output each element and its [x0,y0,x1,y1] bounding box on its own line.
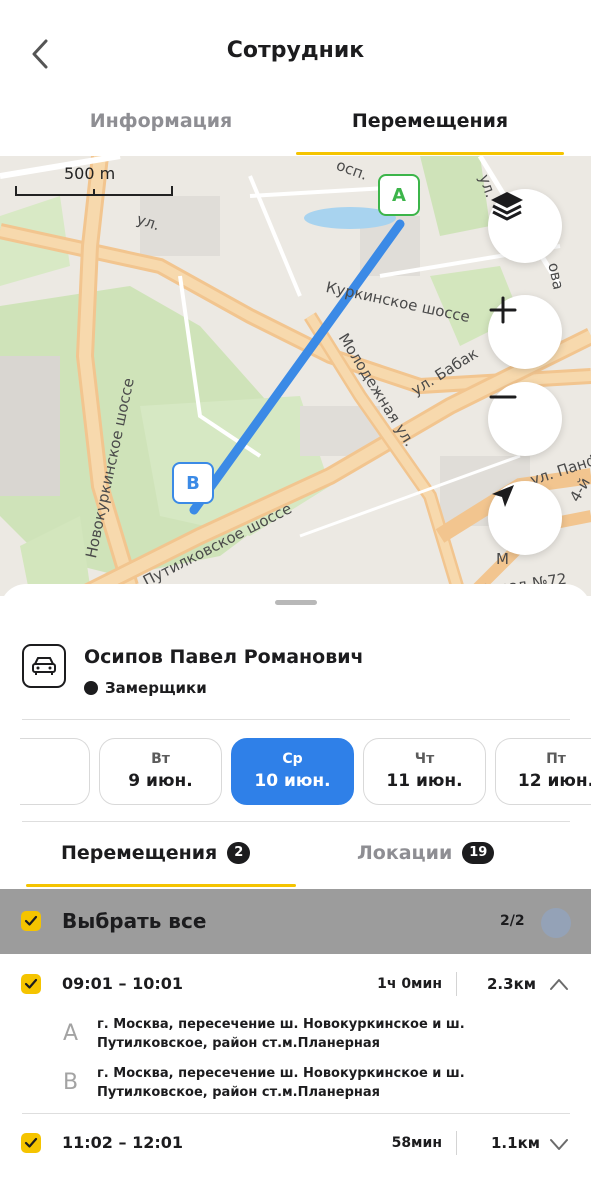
my-location-button[interactable] [488,481,562,555]
address-a-line2: Путилковское, район ст.м.Планерная [97,1036,380,1051]
trip-duration: 1ч 0мин [377,976,442,992]
address-a-letter: A [63,1021,79,1046]
plus-icon [489,296,517,324]
divider [22,821,570,822]
subtab-locations-label: Локации [357,842,453,864]
tab-movements[interactable]: Перемещения [300,110,560,132]
trip-time: 09:01 – 10:01 [62,974,183,993]
vehicle-avatar [22,644,66,688]
trip-time: 11:02 – 12:01 [62,1133,183,1152]
address-b: г. Москва, пересечение ш. Новокуркинское… [97,1064,497,1102]
subtab-movements[interactable]: Перемещения 2 [61,842,251,864]
top-tabs: Информация Перемещения [0,100,591,156]
select-all-label: Выбрать все [62,909,207,933]
subtab-locations[interactable]: Локации 19 [357,842,495,864]
day-weekday: Вт [151,751,170,767]
employee-group: Замерщики [84,679,207,697]
tab-info[interactable]: Информация [31,110,291,132]
minus-icon [489,395,517,399]
day-card-partial[interactable] [20,738,90,805]
map-street-label: М [496,550,509,568]
day-card[interactable]: Чт 11 июн. [363,738,486,805]
subtab-underline [26,884,296,887]
map-view[interactable]: 500 m Новокуркинское шоссе Путилковское … [0,156,591,596]
bottom-sheet: Осипов Павел Романович Замерщики Вт 9 ию… [0,584,591,1183]
day-card[interactable]: Вт 9 июн. [99,738,222,805]
header: Сотрудник [0,0,591,100]
movements-count-badge: 2 [227,842,251,864]
day-weekday: Пт [546,751,566,767]
zoom-in-button[interactable] [488,295,562,369]
marker-a-letter: A [392,184,406,206]
tab-underline [296,152,564,155]
zoom-out-button[interactable] [488,382,562,456]
chevron-up-icon[interactable] [548,976,570,992]
layers-icon [491,192,523,221]
employee-group-label: Замерщики [105,679,207,697]
divider [22,719,570,720]
layers-button[interactable] [488,189,562,263]
trip-distance: 2.3км [487,975,537,993]
map-marker-b[interactable]: B [172,462,214,504]
day-card[interactable]: Пт 12 июн. [495,738,591,805]
address-b-line2: Путилковское, район ст.м.Планерная [97,1085,380,1100]
address-a-line1: г. Москва, пересечение ш. Новокуркинское… [97,1017,465,1032]
divider [22,1113,570,1114]
overlay-circle-icon [541,908,571,938]
checkmark-icon [24,978,38,989]
trip-checkbox[interactable] [21,974,41,994]
day-date: 10 июн. [254,771,331,791]
chevron-down-icon[interactable] [548,1136,570,1152]
day-weekday: Ср [282,751,303,767]
employee-name: Осипов Павел Романович [84,646,364,668]
marker-b-letter: B [186,472,200,494]
day-weekday: Чт [414,751,435,767]
selected-count: 2/2 [500,913,525,929]
separator [456,972,457,996]
map-scale-label: 500 m [64,164,116,183]
day-date: 9 июн. [128,771,193,791]
address-b-line1: г. Москва, пересечение ш. Новокуркинское… [97,1066,465,1081]
checkmark-icon [24,1137,38,1148]
address-b-letter: B [63,1070,79,1095]
trip-checkbox[interactable] [21,1133,41,1153]
trip-distance: 1.1км [491,1134,541,1152]
select-all-row[interactable]: Выбрать все 2/2 [0,889,591,954]
day-date: 11 июн. [386,771,463,791]
select-all-checkbox[interactable] [21,911,41,931]
locations-count-badge: 19 [462,842,495,864]
trip-duration: 58мин [391,1135,442,1151]
group-dot-icon [84,681,98,695]
location-arrow-icon [492,485,514,507]
sheet-grabber[interactable] [275,600,317,605]
subtab-movements-label: Перемещения [61,842,218,864]
checkmark-icon [24,915,38,926]
map-marker-a[interactable]: A [378,174,420,216]
day-date: 12 июн. [517,771,591,791]
page-title: Сотрудник [226,38,365,63]
car-icon [32,657,56,675]
address-a: г. Москва, пересечение ш. Новокуркинское… [97,1015,497,1053]
separator [456,1131,457,1155]
day-card-selected[interactable]: Ср 10 июн. [231,738,354,805]
